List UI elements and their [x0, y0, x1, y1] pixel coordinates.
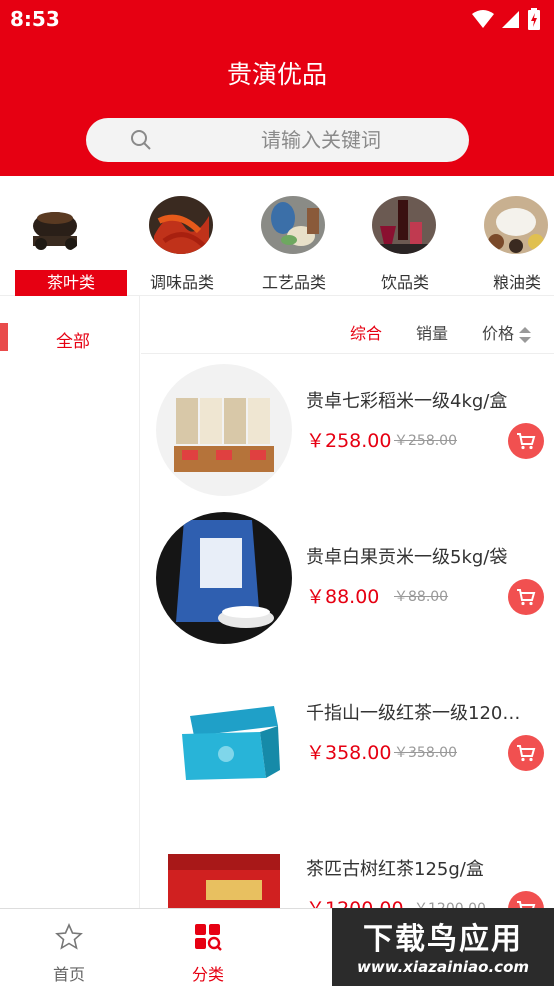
sidebar: 全部 [0, 296, 140, 908]
product-name[interactable]: 贵卓白果贡米一级5kg/袋 [306, 543, 546, 569]
product-image[interactable] [156, 512, 292, 644]
product-image[interactable] [156, 364, 292, 496]
star-icon [55, 923, 83, 950]
product-old-price: ￥88.00 [394, 589, 449, 605]
wifi-icon [472, 10, 494, 28]
category-craft-image [261, 196, 325, 254]
category-seasoning[interactable]: 调味品类 [126, 176, 238, 296]
watermark-url-text: www.xiazainiao.com [356, 958, 530, 976]
category-grid-icon [195, 924, 222, 951]
sort-sales[interactable]: 销量 [416, 320, 448, 344]
sort-price-arrows-icon[interactable] [518, 325, 532, 345]
sort-price[interactable]: 价格 [482, 320, 514, 344]
product-name[interactable]: 贵卓七彩稻米一级4kg/盒 [306, 387, 546, 413]
search-icon [131, 130, 151, 150]
search-input[interactable] [196, 126, 446, 154]
product-image[interactable] [156, 676, 292, 808]
battery-charging-icon [528, 8, 540, 30]
category-label: 饮品类 [380, 273, 429, 292]
sidebar-item-all[interactable]: 全部 [0, 320, 140, 354]
product-price: ￥258.00 [306, 430, 392, 452]
product-card[interactable]: 贵卓白果贡米一级5kg/袋 ￥88.00 ￥88.00 [141, 512, 554, 667]
status-bar: 8:53 [0, 0, 554, 38]
search-bar[interactable] [86, 118, 469, 162]
watermark-main-text: 下载鸟应用 [363, 922, 523, 957]
cart-icon [517, 433, 536, 450]
category-tea[interactable]: 茶叶类 [0, 176, 127, 296]
product-price: ￥358.00 [306, 742, 392, 764]
status-icons [472, 8, 540, 30]
category-grain-oil-image [484, 196, 548, 254]
cart-icon [517, 745, 536, 762]
category-strip: 茶叶类 调味品类 工艺品类 饮品类 粮油类 [0, 176, 554, 296]
status-time: 8:53 [10, 7, 60, 31]
category-label: 茶叶类 [15, 270, 127, 296]
page-title: 贵演优品 [226, 60, 327, 89]
category-grain-oil[interactable]: 粮油类 [461, 176, 554, 296]
app-root: 8:53 贵演优品 茶叶类 调味品类 [0, 0, 554, 986]
category-beverage-image [372, 196, 436, 254]
product-name[interactable]: 茶匹古树红茶125g/盒 [306, 855, 546, 881]
header: 8:53 贵演优品 [0, 0, 554, 176]
category-tea-image [23, 196, 87, 254]
category-beverage[interactable]: 饮品类 [349, 176, 461, 296]
tab-home[interactable]: 首页 [0, 909, 138, 986]
product-old-price: ￥358.00 [394, 745, 457, 761]
tab-label: 分类 [191, 965, 224, 984]
add-to-cart-button[interactable] [508, 579, 544, 615]
product-name[interactable]: 千指山一级红茶一级120… [306, 699, 546, 725]
signal-icon [502, 11, 519, 28]
tab-category[interactable]: 分类 [139, 909, 277, 986]
product-old-price: ￥258.00 [394, 433, 457, 449]
category-craft[interactable]: 工艺品类 [238, 176, 350, 296]
sidebar-item-label: 全部 [56, 332, 90, 352]
product-card[interactable]: 贵卓七彩稻米一级4kg/盒 ￥258.00 ￥258.00 [141, 356, 554, 511]
sort-bar: 综合 销量 价格 [141, 296, 554, 354]
tab-label: 首页 [52, 965, 85, 984]
product-card[interactable]: 千指山一级红茶一级120… ￥358.00 ￥358.00 [141, 668, 554, 823]
watermark-logo: 下载鸟应用 www.xiazainiao.com [332, 908, 554, 986]
add-to-cart-button[interactable] [508, 735, 544, 771]
category-label: 粮油类 [492, 273, 541, 292]
add-to-cart-button[interactable] [508, 423, 544, 459]
category-seasoning-image [149, 196, 213, 254]
cart-icon [517, 589, 536, 606]
sort-comprehensive[interactable]: 综合 [350, 320, 382, 344]
category-label: 工艺品类 [261, 273, 326, 292]
product-price: ￥88.00 [306, 586, 380, 608]
category-label: 调味品类 [149, 273, 214, 292]
